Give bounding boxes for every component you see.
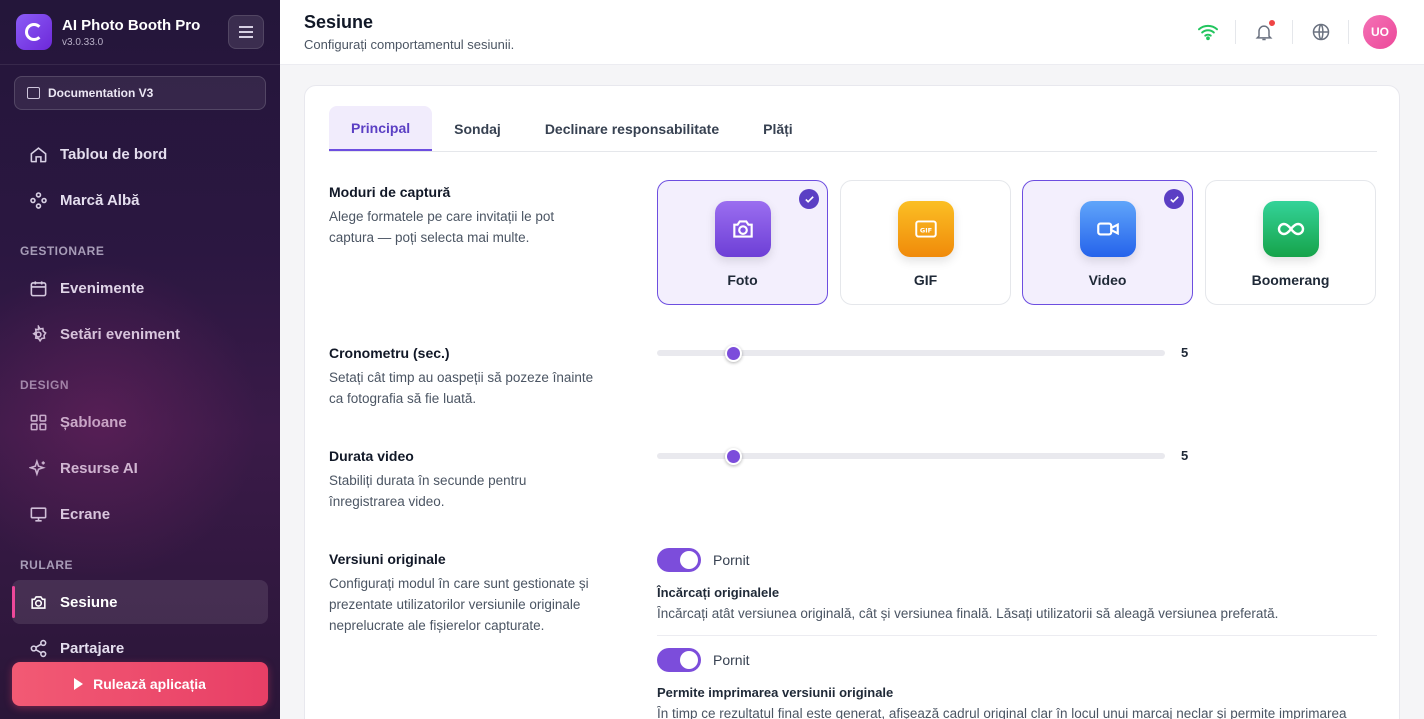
calendar-icon [27,87,40,99]
infinity-icon [1263,201,1319,257]
originals-title: Versiuni originale [329,551,446,567]
grid-icon [28,412,48,432]
print-original-title: Permite imprimarea versiunii originale [657,685,894,700]
video-duration-value: 5 [1181,448,1189,463]
sidebar-item-label: Tablou de bord [60,145,168,163]
tab-bar: Principal Sondaj Declinare responsabilit… [329,106,1377,152]
play-icon [74,678,84,690]
check-icon [1164,189,1184,209]
share-icon [28,638,48,658]
print-original-desc: În timp ce rezultatul final este generat… [657,706,1347,719]
mode-card-gif[interactable]: GIF GIF [840,180,1011,305]
sidebar-item-whitelabel[interactable]: Marcă Albă [12,178,268,222]
top-header: Sesiune Configurați comportamentul sesiu… [280,0,1424,65]
capture-modes-desc: Alege formatele pe care invitații le pot… [329,209,555,245]
run-app-label: Rulează aplicația [93,676,206,692]
sidebar-item-label: Setări eveniment [60,325,181,343]
home-icon [28,144,48,164]
tab-disclaimer[interactable]: Declinare responsabilitate [523,106,741,151]
header-divider [1235,20,1236,44]
toggle-state-label: Pornit [713,652,750,668]
sidebar-item-screens[interactable]: Ecrane [12,492,268,536]
mode-label: Video [1088,272,1127,288]
header-divider [1348,20,1349,44]
diamond-icon [28,190,48,210]
sidebar-item-label: Resurse AI [60,459,138,477]
session-settings-card: Principal Sondaj Declinare responsabilit… [304,85,1400,719]
sidebar: AI Photo Booth Pro v3.0.33.0 Documentati… [0,0,280,719]
mode-card-photo[interactable]: Foto [657,180,828,305]
countdown-value: 5 [1181,345,1189,360]
monitor-icon [28,504,48,524]
originals-desc: Configurați modul în care sunt gestionat… [329,576,589,633]
video-duration-title: Durata video [329,448,414,464]
sidebar-item-label: Evenimente [60,279,145,297]
tab-survey[interactable]: Sondaj [432,106,523,151]
hamburger-icon [239,26,253,38]
toggle-state-label: Pornit [713,552,750,568]
video-icon [1080,201,1136,257]
sidebar-item-label: Partajare [60,639,125,657]
section-heading-run: RULARE [20,558,73,572]
svg-text:GIF: GIF [920,226,932,234]
camera-icon [28,592,48,612]
mode-label: Boomerang [1251,272,1330,288]
gif-icon: GIF [898,201,954,257]
mode-card-video[interactable]: Video [1022,180,1193,305]
sidebar-item-dashboard[interactable]: Tablou de bord [12,132,268,176]
tab-payments[interactable]: Plăți [741,106,815,151]
sidebar-item-templates[interactable]: Șabloane [12,400,268,444]
page-title: Sesiune [304,12,374,32]
wifi-icon[interactable] [1195,19,1221,45]
slider-thumb[interactable] [725,345,742,362]
run-app-button[interactable]: Rulează aplicația [12,662,268,706]
countdown-desc: Setați cât timp au oaspeții să pozeze în… [329,370,594,406]
sidebar-item-label: Șabloane [60,413,127,431]
sidebar-item-event-settings[interactable]: Setări eveniment [12,312,268,356]
app-name: AI Photo Booth Pro [62,16,201,34]
workspace-label: Documentation V3 [48,86,154,100]
gear-icon [28,324,48,344]
sidebar-item-label: Marcă Albă [60,191,140,209]
divider [657,635,1377,636]
print-original-toggle[interactable] [657,648,701,672]
countdown-title: Cronometru (sec.) [329,345,450,361]
divider [0,64,280,65]
mode-label: Foto [727,272,758,288]
check-icon [799,189,819,209]
sidebar-item-session[interactable]: Sesiune [12,580,268,624]
sidebar-item-label: Ecrane [60,505,111,523]
app-version: v3.0.33.0 [62,36,104,48]
slider-thumb[interactable] [725,448,742,465]
capture-modes-title: Moduri de captură [329,184,451,200]
section-heading-design: DESIGN [20,378,70,392]
app-logo-icon [16,14,52,50]
page-subtitle: Configurați comportamentul sesiunii. [304,37,515,52]
video-duration-desc: Stabiliți durata în secunde pentru înreg… [329,473,527,509]
sparkles-icon [28,458,48,478]
tab-principal[interactable]: Principal [329,106,433,151]
notification-dot [1269,20,1275,26]
menu-toggle-button[interactable] [228,15,264,49]
sidebar-item-ai-resources[interactable]: Resurse AI [12,446,268,490]
section-heading-manage: GESTIONARE [20,244,105,258]
countdown-slider[interactable] [657,345,1165,362]
avatar[interactable]: UO [1363,15,1397,49]
sidebar-item-events[interactable]: Evenimente [12,266,268,310]
upload-originals-title: Încărcați originalele [657,585,780,600]
upload-originals-desc: Încărcați atât versiunea originală, cât … [657,606,1279,621]
header-divider [1292,20,1293,44]
workspace-selector[interactable]: Documentation V3 [14,76,266,110]
mode-label: GIF [913,272,938,288]
camera-icon [715,201,771,257]
calendar-icon [28,278,48,298]
upload-originals-toggle[interactable] [657,548,701,572]
video-duration-slider[interactable] [657,448,1165,465]
bell-icon[interactable] [1251,19,1277,45]
brand: AI Photo Booth Pro v3.0.33.0 [16,14,200,50]
globe-icon[interactable] [1308,19,1334,45]
mode-card-boomerang[interactable]: Boomerang [1205,180,1376,305]
sidebar-item-label: Sesiune [60,593,118,611]
